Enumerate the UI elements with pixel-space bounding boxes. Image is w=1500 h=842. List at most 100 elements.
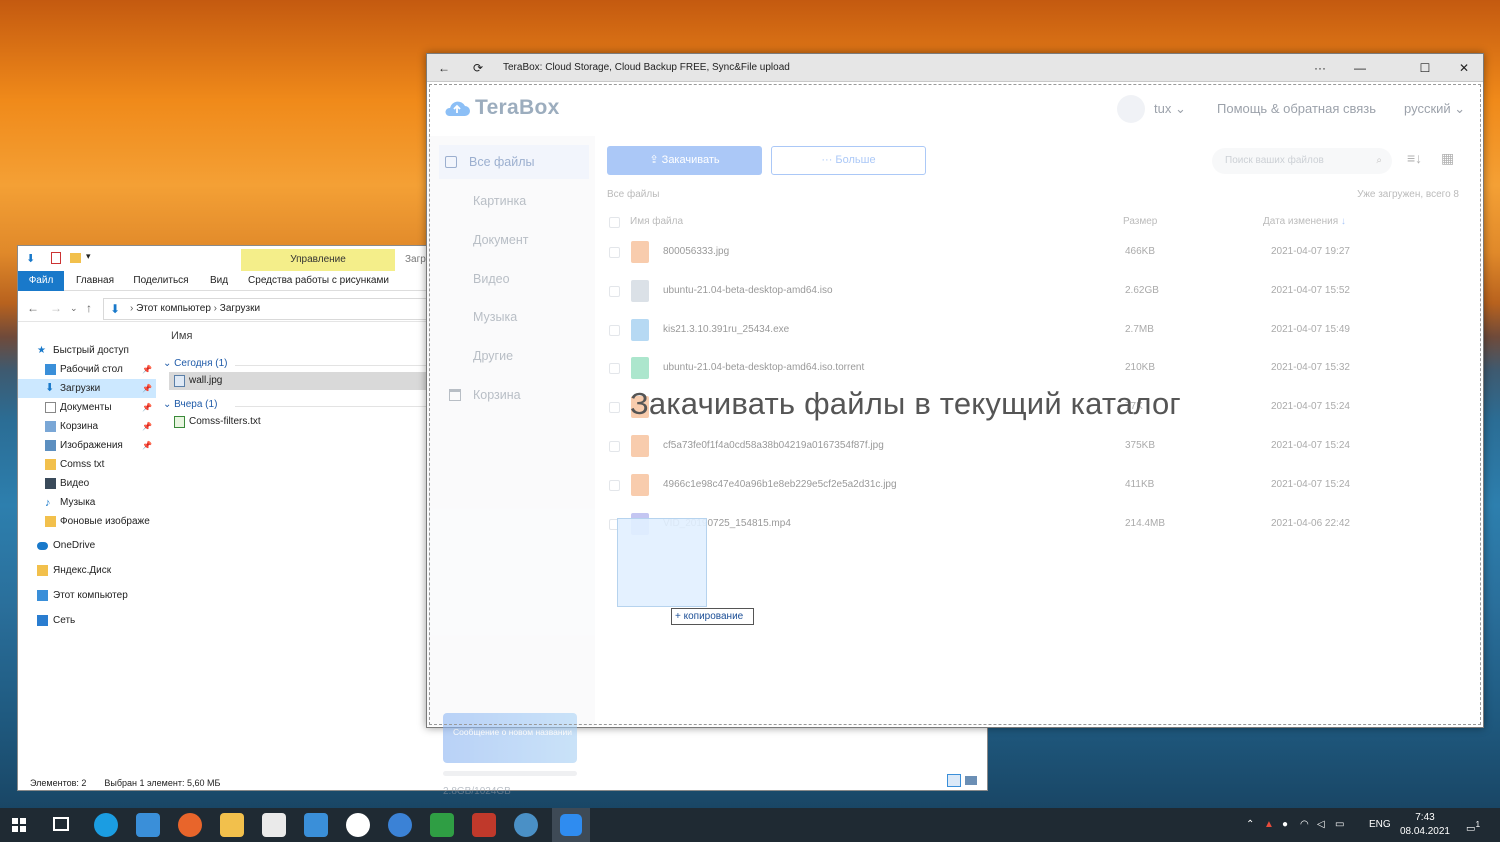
nav-documents[interactable]: Документы 📌 bbox=[18, 398, 156, 417]
edge-icon[interactable] bbox=[94, 813, 118, 837]
up-arrow-icon[interactable]: ↑ bbox=[86, 301, 92, 315]
status-bar: Элементов: 2 Выбран 1 элемент: 5,60 МБ bbox=[30, 778, 221, 788]
language-indicator[interactable]: ENG bbox=[1369, 819, 1391, 830]
ribbon-context-downloads: Загр bbox=[405, 254, 426, 265]
mail-icon[interactable] bbox=[304, 813, 328, 837]
menu-dots-icon[interactable]: ··· bbox=[1305, 57, 1335, 79]
nav-quick-access[interactable]: ★ Быстрый доступ bbox=[18, 341, 156, 360]
drop-overlay-text: Закачивать файлы в текущий каталог bbox=[630, 386, 1181, 421]
qbittorrent-icon[interactable] bbox=[388, 813, 412, 837]
view-toggle bbox=[947, 774, 979, 788]
nav-yandex-disk[interactable]: Яндекс.Диск bbox=[18, 561, 156, 580]
folder-icon bbox=[45, 516, 56, 527]
refresh-icon[interactable]: ⟳ bbox=[463, 57, 493, 79]
breadcrumb-this-pc[interactable]: Этот компьютер bbox=[136, 303, 211, 314]
back-arrow-icon[interactable]: ← bbox=[429, 57, 459, 79]
document-icon bbox=[45, 402, 56, 413]
new-folder-icon[interactable] bbox=[70, 253, 81, 263]
filezilla-icon[interactable] bbox=[472, 813, 496, 837]
close-icon[interactable]: ✕ bbox=[1449, 57, 1479, 79]
back-arrow-icon[interactable]: ← bbox=[27, 301, 39, 315]
qat-dropdown-icon[interactable]: ▾ bbox=[86, 251, 91, 262]
text-file-icon bbox=[174, 416, 185, 428]
breadcrumb-downloads[interactable]: Загрузки bbox=[220, 303, 260, 314]
vivaldi-icon[interactable] bbox=[346, 813, 370, 837]
video-icon bbox=[45, 478, 56, 489]
copy-tooltip: + копирование bbox=[671, 608, 754, 625]
control-panel-icon[interactable] bbox=[136, 813, 160, 837]
wifi-icon[interactable]: ◠ bbox=[1300, 819, 1309, 830]
volume-icon[interactable]: ◁ bbox=[1317, 819, 1325, 830]
folder-icon bbox=[45, 459, 56, 470]
windows-start-icon[interactable] bbox=[12, 818, 26, 832]
star-icon: ★ bbox=[37, 345, 46, 356]
store-icon[interactable] bbox=[262, 813, 286, 837]
tray-vpn-icon[interactable]: ● bbox=[1282, 819, 1288, 830]
image-file-icon bbox=[174, 375, 185, 387]
nav-network[interactable]: Сеть bbox=[18, 611, 156, 630]
download-icon: ⬇ bbox=[45, 382, 55, 394]
nav-downloads[interactable]: ⬇ Загрузки 📌 bbox=[18, 379, 156, 398]
network-app-icon[interactable] bbox=[514, 813, 538, 837]
pictures-icon bbox=[45, 440, 56, 451]
tab-view[interactable]: Вид bbox=[204, 271, 234, 291]
downloads-icon: ⬇ bbox=[110, 302, 121, 316]
desktop-icon bbox=[45, 364, 56, 375]
pin-icon[interactable]: 📌 bbox=[142, 417, 152, 436]
storage-progress bbox=[443, 771, 577, 776]
battery-icon[interactable]: ▭ bbox=[1335, 819, 1344, 830]
file-row[interactable]: Comss-filters.txt bbox=[169, 413, 429, 431]
window-title: TeraBox: Cloud Storage, Cloud Backup FRE… bbox=[503, 62, 790, 73]
task-view-icon[interactable] bbox=[53, 817, 69, 831]
recycle-bin-icon bbox=[45, 421, 56, 432]
tray-chevron-icon[interactable]: ⌃ bbox=[1246, 819, 1254, 830]
forward-arrow-icon[interactable]: → bbox=[50, 301, 62, 315]
group-today[interactable]: ⌄ Сегодня (1) bbox=[163, 358, 428, 369]
file-row[interactable]: wall.jpg bbox=[169, 372, 429, 390]
nav-desktop[interactable]: Рабочий стол 📌 bbox=[18, 360, 156, 379]
computer-icon bbox=[37, 590, 48, 601]
download-arrow-icon[interactable]: ⬇ bbox=[26, 252, 35, 265]
notepad-plus-icon[interactable] bbox=[430, 813, 454, 837]
firefox-icon[interactable] bbox=[178, 813, 202, 837]
group-yesterday[interactable]: ⌄ Вчера (1) bbox=[163, 399, 428, 410]
pin-icon[interactable]: 📌 bbox=[142, 379, 152, 398]
cloud-icon bbox=[37, 542, 48, 550]
properties-icon[interactable] bbox=[51, 252, 61, 264]
drag-ghost bbox=[617, 518, 707, 607]
nav-comss-txt[interactable]: Comss txt bbox=[18, 455, 156, 474]
pin-icon[interactable]: 📌 bbox=[142, 398, 152, 417]
nav-pictures[interactable]: Изображения 📌 bbox=[18, 436, 156, 455]
nav-onedrive[interactable]: OneDrive bbox=[18, 536, 156, 555]
clock[interactable]: 7:43 08.04.2021 bbox=[1400, 811, 1450, 839]
file-explorer-icon[interactable] bbox=[220, 813, 244, 837]
maximize-icon[interactable]: ☐ bbox=[1410, 57, 1440, 79]
nav-this-pc[interactable]: Этот компьютер bbox=[18, 586, 156, 605]
tab-picture-tools[interactable]: Средства работы с рисунками bbox=[246, 271, 391, 291]
network-icon bbox=[37, 615, 48, 626]
nav-recycle-bin[interactable]: Корзина 📌 bbox=[18, 417, 156, 436]
pin-icon[interactable]: 📌 bbox=[142, 360, 152, 379]
notifications-icon[interactable]: ▭1 bbox=[1466, 819, 1480, 834]
chevron-down-icon: ⌄ bbox=[163, 399, 175, 410]
tab-file[interactable]: Файл bbox=[18, 271, 64, 291]
details-view-icon[interactable] bbox=[947, 774, 961, 787]
terabox-taskbar-icon[interactable] bbox=[552, 808, 590, 842]
tab-home[interactable]: Главная bbox=[71, 271, 119, 291]
music-icon: ♪ bbox=[45, 497, 51, 509]
recent-dropdown-icon[interactable]: ⌄ bbox=[70, 303, 78, 314]
tab-share[interactable]: Поделиться bbox=[128, 271, 194, 291]
nav-wallpapers[interactable]: Фоновые изображе bbox=[18, 512, 156, 531]
tray-app-icon[interactable]: ▲ bbox=[1264, 819, 1274, 830]
nav-music[interactable]: ♪ Музыка bbox=[18, 493, 156, 512]
yandex-disk-icon bbox=[37, 565, 48, 576]
column-header-name[interactable]: Имя bbox=[171, 330, 192, 342]
minimize-icon[interactable]: — bbox=[1345, 57, 1375, 79]
ribbon-context-manage: Управление bbox=[241, 249, 395, 271]
taskbar: ⌃ ▲ ● ◠ ◁ ▭ ENG 7:43 08.04.2021 ▭1 bbox=[0, 808, 1500, 842]
pin-icon[interactable]: 📌 bbox=[142, 436, 152, 455]
file-list: Имя ⌄ Сегодня (1) wall.jpg ⌄ Вчера (1) C… bbox=[163, 328, 429, 628]
tiles-view-icon[interactable] bbox=[965, 776, 977, 785]
nav-videos[interactable]: Видео bbox=[18, 474, 156, 493]
address-bar[interactable]: ⬇ › Этот компьютер › Загрузки bbox=[103, 298, 433, 320]
